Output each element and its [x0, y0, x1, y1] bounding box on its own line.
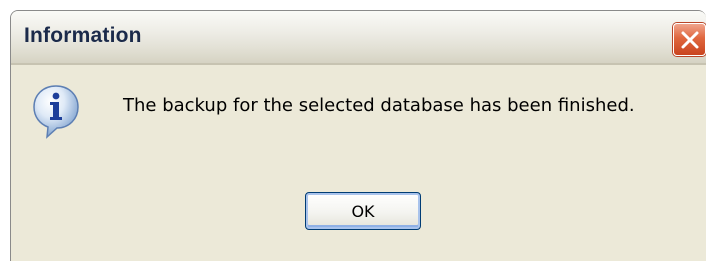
ok-button[interactable]: OK: [305, 192, 421, 230]
ok-button-label: OK: [351, 201, 375, 221]
window-title: Information: [24, 24, 142, 47]
close-icon: [681, 31, 699, 49]
info-icon: [33, 85, 79, 139]
dialog-message: The backup for the selected database has…: [123, 95, 635, 116]
close-button[interactable]: [673, 23, 706, 56]
information-dialog: Information The backup for the selected …: [10, 10, 706, 261]
dialog-body: The backup for the selected database has…: [11, 65, 706, 261]
title-bar[interactable]: Information: [11, 11, 706, 65]
